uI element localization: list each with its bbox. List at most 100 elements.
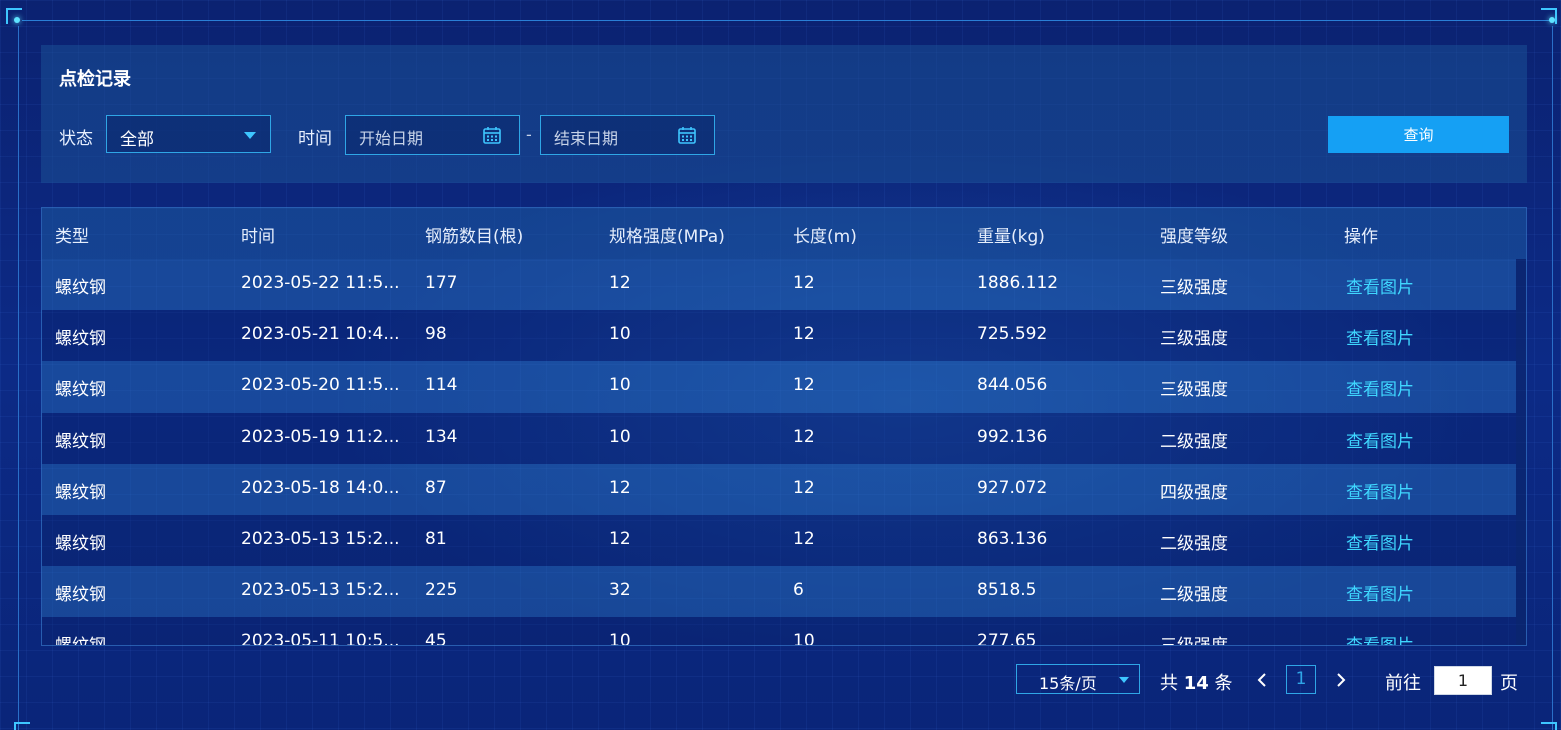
- end-date-input[interactable]: 结束日期: [540, 115, 715, 155]
- chevron-left-icon[interactable]: [1256, 672, 1268, 688]
- page-unit-label: 页: [1500, 673, 1518, 694]
- goto-label: 前往: [1385, 673, 1421, 694]
- cell-time: 2023-05-11 10:5...: [241, 631, 400, 646]
- table-row[interactable]: 螺纹钢 2023-05-18 14:0... 87 12 12 927.072 四级强度 查看…: [42, 463, 1516, 515]
- cell-type: 螺纹钢: [55, 278, 106, 298]
- frame-dot-top-right: [1549, 17, 1555, 23]
- table-header: 类型 时间 钢筋数目(根) 规格强度(MPa) 长度(m) 重量(kg) 强度等…: [42, 208, 1526, 259]
- cell-type: 螺纹钢: [55, 533, 106, 554]
- cell-time: 2023-05-19 11:2...: [241, 426, 400, 447]
- cell-weight: 863.136: [977, 528, 1048, 549]
- column-header-time[interactable]: 时间: [241, 222, 275, 247]
- cell-length: 12: [793, 375, 815, 396]
- cell-length: 12: [793, 273, 815, 293]
- table-row[interactable]: 螺纹钢 2023-05-13 15:2... 225 32 6 8518.5 二级强度 查看图…: [42, 566, 1516, 618]
- cell-grade: 二级强度: [1160, 431, 1228, 452]
- page-size-select[interactable]: 15条/页: [1016, 664, 1140, 694]
- panel-title: 点检记录: [59, 69, 131, 90]
- query-button[interactable]: 查询: [1328, 116, 1509, 153]
- cell-weight: 927.072: [977, 477, 1048, 498]
- cell-strength: 32: [609, 580, 631, 601]
- cell-length: 12: [793, 528, 815, 549]
- frame-corner-bottom-right: [1541, 722, 1557, 730]
- cell-weight: 1886.112: [977, 273, 1059, 293]
- cell-grade: 三级强度: [1160, 380, 1228, 401]
- cell-time: 2023-05-18 14:0...: [241, 477, 400, 498]
- column-header-action[interactable]: 操作: [1344, 222, 1378, 247]
- column-header-weight[interactable]: 重量(kg): [977, 222, 1045, 247]
- cell-length: 12: [793, 426, 815, 447]
- status-label: 状态: [59, 129, 93, 149]
- cell-count: 177: [425, 273, 458, 293]
- cell-strength: 10: [609, 375, 631, 396]
- start-date-placeholder: 开始日期: [359, 129, 424, 148]
- view-image-link[interactable]: 查看图片: [1346, 580, 1414, 605]
- frame-dot-top-left: [14, 17, 20, 23]
- caret-down-icon: [244, 132, 256, 139]
- frame-left-line: [18, 26, 19, 730]
- date-range-separator: -: [526, 125, 532, 144]
- cell-strength: 10: [609, 324, 631, 345]
- calendar-icon: [483, 127, 501, 144]
- frame-corner-bottom-left: [14, 722, 30, 730]
- chevron-right-icon[interactable]: [1335, 672, 1347, 688]
- table-row[interactable]: 螺纹钢 2023-05-13 15:2... 81 12 12 863.136 二级强度 查看…: [42, 514, 1516, 567]
- cell-count: 81: [425, 528, 447, 549]
- cell-weight: 8518.5: [977, 580, 1037, 601]
- table-scrollbar[interactable]: [1516, 259, 1526, 645]
- column-header-type[interactable]: 类型: [55, 222, 89, 247]
- calendar-icon: [678, 127, 696, 144]
- cell-strength: 10: [609, 426, 631, 447]
- table-row[interactable]: 螺纹钢 2023-05-19 11:2... 134 10 12 992.136 二级强度 查…: [42, 412, 1516, 464]
- cell-time: 2023-05-13 15:2...: [241, 528, 400, 549]
- status-select[interactable]: 全部: [106, 115, 271, 153]
- time-label: 时间: [298, 129, 332, 149]
- cell-count: 114: [425, 375, 458, 396]
- cell-length: 12: [793, 324, 815, 345]
- cell-count: 45: [425, 631, 447, 646]
- cell-length: 6: [793, 580, 804, 601]
- cell-grade: 二级强度: [1160, 585, 1228, 606]
- cell-count: 134: [425, 426, 458, 447]
- cell-weight: 992.136: [977, 426, 1048, 447]
- view-image-link[interactable]: 查看图片: [1346, 375, 1414, 400]
- view-image-link[interactable]: 查看图片: [1346, 478, 1414, 503]
- view-image-link[interactable]: 查看图片: [1346, 529, 1414, 554]
- cell-grade: 三级强度: [1160, 278, 1228, 298]
- column-header-grade[interactable]: 强度等级: [1160, 222, 1228, 247]
- start-date-input[interactable]: 开始日期: [345, 115, 520, 155]
- view-image-link[interactable]: 查看图片: [1346, 631, 1414, 645]
- cell-count: 98: [425, 324, 447, 345]
- column-header-strength[interactable]: 规格强度(MPa): [609, 222, 725, 247]
- filter-panel: 点检记录 状态 全部 时间 开始日期 - 结束日期 查询: [41, 45, 1527, 183]
- column-header-count[interactable]: 钢筋数目(根): [425, 222, 523, 247]
- cell-type: 螺纹钢: [55, 631, 106, 645]
- end-date-placeholder: 结束日期: [554, 129, 619, 148]
- total-suffix: 条: [1214, 673, 1233, 694]
- table-row[interactable]: 螺纹钢 2023-05-22 11:5... 177 12 12 1886.112 三级强度…: [42, 259, 1516, 311]
- table-row[interactable]: 螺纹钢 2023-05-11 10:5... 45 10 10 277.65 三级强度 查看图…: [42, 617, 1516, 646]
- cell-time: 2023-05-20 11:5...: [241, 375, 400, 396]
- cell-type: 螺纹钢: [55, 329, 106, 350]
- cell-strength: 12: [609, 528, 631, 549]
- cell-count: 87: [425, 477, 447, 498]
- cell-weight: 844.056: [977, 375, 1048, 396]
- cell-grade: 三级强度: [1160, 631, 1228, 645]
- status-select-value: 全部: [120, 130, 154, 150]
- cell-strength: 12: [609, 477, 631, 498]
- table-body: 螺纹钢 2023-05-22 11:5... 177 12 12 1886.112 三级强度…: [42, 259, 1516, 646]
- frame-right-line: [1552, 26, 1553, 730]
- column-header-length[interactable]: 长度(m): [793, 222, 857, 247]
- cell-type: 螺纹钢: [55, 585, 106, 606]
- view-image-link[interactable]: 查看图片: [1346, 324, 1414, 349]
- goto-page-input[interactable]: 1: [1434, 666, 1492, 695]
- table-row[interactable]: 螺纹钢 2023-05-20 11:5... 114 10 12 844.056 三级强度 查…: [42, 361, 1516, 413]
- view-image-link[interactable]: 查看图片: [1346, 273, 1414, 298]
- view-image-link[interactable]: 查看图片: [1346, 427, 1414, 452]
- cell-length: 12: [793, 477, 815, 498]
- page-button-current[interactable]: 1: [1286, 665, 1316, 694]
- cell-strength: 12: [609, 273, 631, 293]
- frame-top-line: [22, 20, 1553, 21]
- cell-type: 螺纹钢: [55, 431, 106, 452]
- table-row[interactable]: 螺纹钢 2023-05-21 10:4... 98 10 12 725.592 三级强度 查看…: [42, 310, 1516, 362]
